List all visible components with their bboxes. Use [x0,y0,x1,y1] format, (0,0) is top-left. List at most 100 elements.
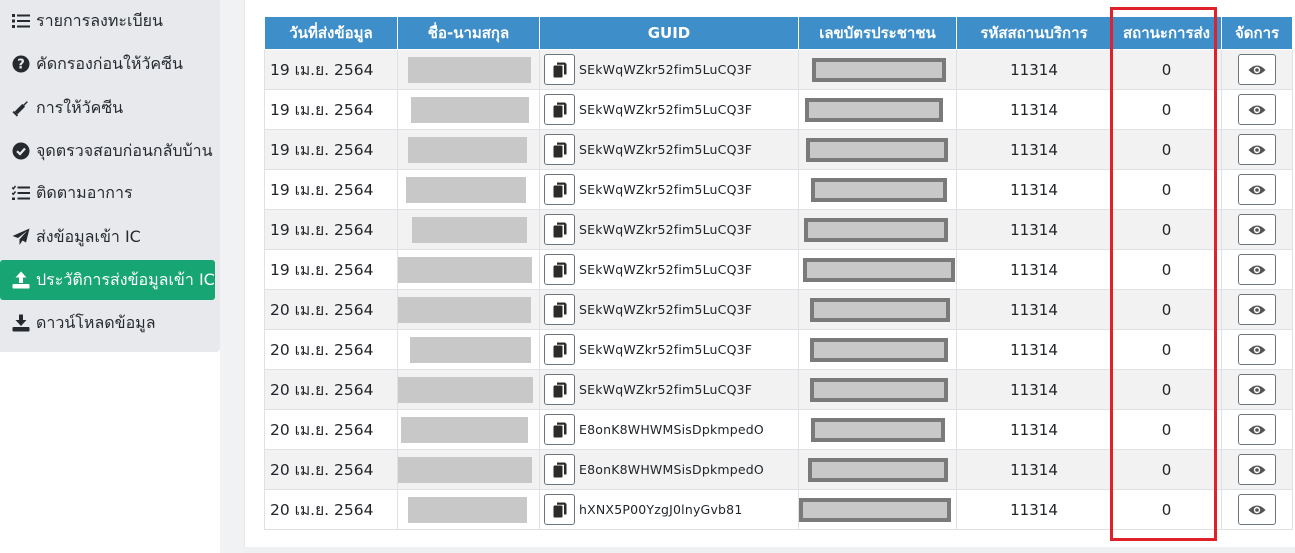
sidebar-item-follow-up[interactable]: ติดตามอาการ [0,173,215,213]
copy-guid-button[interactable] [544,494,575,525]
sidebar-item-label: การให้วัคซีน [36,97,124,117]
table-body: 19 เม.ย. 2564 SEkWqWZkr52fim5LuCQ3F 11314 0… [264,49,1293,530]
cell-name [397,169,540,210]
copy-guid-button[interactable] [544,374,575,405]
copy-guid-button[interactable] [544,54,575,85]
view-button[interactable] [1238,94,1276,125]
cell-date: 19 เม.ย. 2564 [264,169,398,210]
copy-guid-button[interactable] [544,94,575,125]
view-button[interactable] [1238,334,1276,365]
sidebar-item-label: ประวัติการส่งข้อมูลเข้า IC [36,269,215,289]
column-header-service-code[interactable]: รหัสสถานบริการ [956,16,1112,50]
view-button[interactable] [1238,494,1276,525]
sidebar-item-label: คัดกรองก่อนให้วัคซีน [36,53,183,73]
view-button[interactable] [1238,214,1276,245]
sidebar-item-checkpoint[interactable]: จุดตรวจสอบก่อนกลับบ้าน [0,131,215,171]
paper-plane-icon [11,227,31,247]
copy-guid-button[interactable] [544,174,575,205]
cell-citizen-id [798,409,957,450]
copy-guid-button[interactable] [544,334,575,365]
cell-service-code: 11314 [956,329,1112,370]
cell-service-code: 11314 [956,209,1112,250]
sidebar-item-label: จุดตรวจสอบก่อนกลับบ้าน [36,140,213,160]
sidebar-item-vaccination[interactable]: การให้วัคซีน [0,88,215,128]
redacted-name [398,376,533,403]
table-row: 20 เม.ย. 2564 E8onK8WHWMSisDpkmpedO 11314 0 [264,449,1293,490]
copy-guid-button[interactable] [544,294,575,325]
eye-icon [1248,384,1266,396]
cell-name [397,449,540,490]
cell-name [397,489,540,530]
sidebar-item-registration-list[interactable]: รายการลงทะเบียน [0,1,215,41]
view-button[interactable] [1238,134,1276,165]
cell-service-code: 11314 [956,489,1112,530]
sidebar-item-screening[interactable]: ? คัดกรองก่อนให้วัคซีน [0,44,215,84]
cell-guid: SEkWqWZkr52fim5LuCQ3F [539,329,799,370]
cell-citizen-id [798,49,957,90]
redacted-name [398,296,531,323]
copy-icon [553,462,567,478]
view-button[interactable] [1238,414,1276,445]
column-header-date[interactable]: วันที่ส่งข้อมูล [264,16,398,50]
column-header-guid[interactable]: GUID [539,16,799,50]
sidebar-item-label: ติดตามอาการ [36,182,133,202]
eye-icon [1248,424,1266,436]
column-header-citizen-id[interactable]: เลขบัตรประชาชน [798,16,957,50]
cell-status: 0 [1111,49,1222,90]
cell-service-code: 11314 [956,129,1112,170]
view-button[interactable] [1238,374,1276,405]
redacted-citizen-id [811,57,946,82]
copy-icon [553,302,567,318]
redacted-name [411,96,529,123]
eye-icon [1248,304,1266,316]
column-header-name[interactable]: ชื่อ-นามสกุล [397,16,540,50]
cell-status: 0 [1111,89,1222,130]
view-button[interactable] [1238,174,1276,205]
redacted-name [408,496,527,523]
copy-guid-button[interactable] [544,134,575,165]
sidebar-item-ic-history[interactable]: ประวัติการส่งข้อมูลเข้า IC [0,260,215,300]
view-button[interactable] [1238,254,1276,285]
copy-guid-button[interactable] [544,454,575,485]
cell-citizen-id [798,209,957,250]
eye-icon [1248,104,1266,116]
copy-guid-button[interactable] [544,214,575,245]
copy-icon [553,102,567,118]
redacted-citizen-id [803,257,955,282]
upload-icon [11,270,31,290]
cell-date: 20 เม.ย. 2564 [264,289,398,330]
column-header-actions: จัดการ [1221,16,1293,50]
eye-icon [1248,64,1266,76]
cell-guid: SEkWqWZkr52fim5LuCQ3F [539,209,799,250]
view-button[interactable] [1238,294,1276,325]
cell-guid: hXNX5P00YzgJ0lnyGvb81 [539,489,799,530]
copy-icon [553,422,567,438]
cell-status: 0 [1111,329,1222,370]
tasks-icon [11,183,31,203]
redacted-citizen-id [803,217,948,242]
cell-guid: SEkWqWZkr52fim5LuCQ3F [539,289,799,330]
view-button[interactable] [1238,454,1276,485]
cell-actions [1221,409,1293,450]
copy-guid-button[interactable] [544,414,575,445]
cell-service-code: 11314 [956,409,1112,450]
column-header-status[interactable]: สถานะการส่ง [1111,16,1222,50]
view-button[interactable] [1238,54,1276,85]
list-icon [11,11,31,31]
copy-guid-button[interactable] [544,254,575,285]
sidebar-item-download[interactable]: ดาวน์โหลดข้อมูล [0,303,215,343]
cell-date: 20 เม.ย. 2564 [264,449,398,490]
guid-value: SEkWqWZkr52fim5LuCQ3F [579,222,753,237]
cell-actions [1221,209,1293,250]
redacted-name [401,416,528,443]
cell-service-code: 11314 [956,49,1112,90]
check-circle-icon [11,141,31,161]
cell-citizen-id [798,89,957,130]
cell-service-code: 11314 [956,249,1112,290]
sidebar-item-send-ic[interactable]: ส่งข้อมูลเข้า IC [0,217,215,257]
cell-name [397,209,540,250]
cell-guid: E8onK8WHWMSisDpkmpedO [539,409,799,450]
download-icon [11,313,31,333]
cell-name [397,289,540,330]
svg-text:?: ? [17,58,25,73]
